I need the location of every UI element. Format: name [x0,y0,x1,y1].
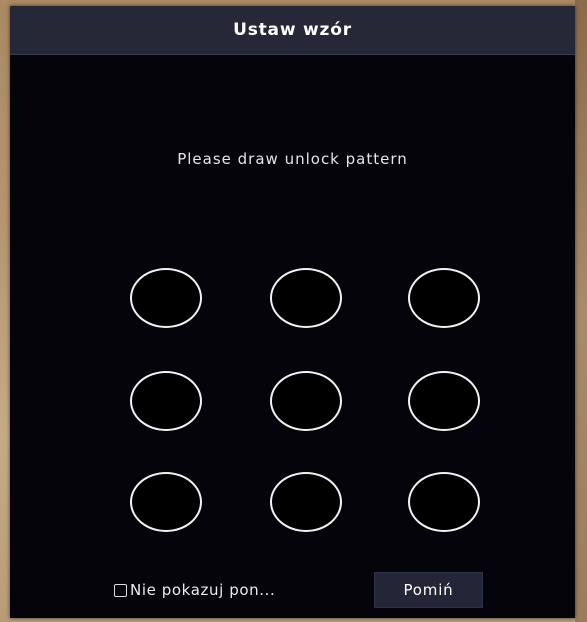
pattern-dot-4[interactable] [130,371,202,431]
set-pattern-dialog: Ustaw wzór Please draw unlock pattern Ni… [10,6,575,618]
skip-button[interactable]: Pomiń [374,572,483,608]
pattern-dot-8[interactable] [270,472,342,532]
pattern-dot-2[interactable] [270,268,342,328]
pattern-dot-6[interactable] [408,371,480,431]
pattern-prompt: Please draw unlock pattern [177,150,408,168]
dialog-title-bar: Ustaw wzór [10,6,575,55]
pattern-dot-5[interactable] [270,371,342,431]
unlock-pattern-grid[interactable] [130,268,490,532]
dialog-title: Ustaw wzór [233,20,352,40]
dont-show-again-label: Nie pokazuj pon... [130,581,276,599]
dont-show-again-checkbox[interactable] [114,583,127,597]
dont-show-again-option[interactable]: Nie pokazuj pon... [114,576,275,604]
pattern-dot-7[interactable] [130,472,202,532]
pattern-dot-1[interactable] [130,268,202,328]
pattern-dot-9[interactable] [408,472,480,532]
pattern-dot-3[interactable] [408,268,480,328]
dialog-footer: Nie pokazuj pon... Pomiń [10,572,575,608]
background-wallpaper [575,0,587,622]
